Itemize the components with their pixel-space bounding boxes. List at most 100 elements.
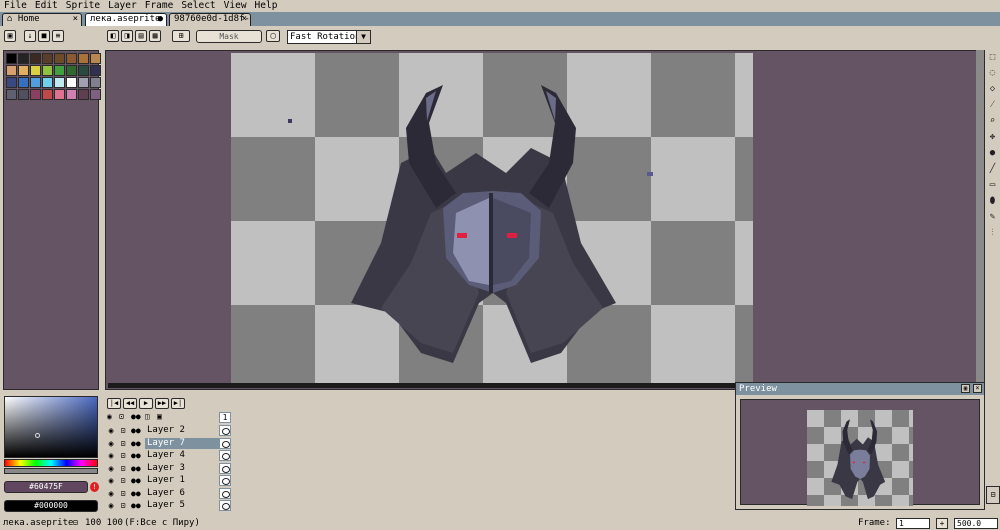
copy-selection-icon[interactable]: ▤ (135, 30, 147, 42)
menu-edit[interactable]: Edit (31, 0, 62, 12)
menu-layer[interactable]: Layer (104, 0, 141, 12)
layer-row[interactable]: ◉ ⊡ ●● Layer 5 (105, 500, 733, 512)
eye-icon[interactable]: ◉ (107, 438, 115, 449)
palette-swatch[interactable] (18, 65, 29, 76)
cel-icon[interactable] (219, 487, 231, 499)
palette-swatch[interactable] (30, 65, 41, 76)
continuous-icon[interactable]: ●● (131, 450, 141, 461)
mask-button[interactable]: Mask (196, 30, 262, 43)
eye-icon[interactable]: ◉ (107, 488, 115, 499)
palette-swatch[interactable] (42, 65, 53, 76)
menu-help[interactable]: Help (251, 0, 282, 12)
lock-icon[interactable]: ⊡ (119, 425, 127, 436)
menu-frame[interactable]: Frame (141, 0, 178, 12)
layer-name[interactable]: Layer 2 (145, 425, 219, 436)
lock-icon[interactable]: ▣ (4, 30, 16, 42)
contour-icon[interactable]: ⬮ (987, 196, 998, 207)
opaque-bg-icon[interactable]: ◨ (121, 30, 133, 42)
lock-icon[interactable]: ⊡ (119, 500, 127, 511)
cel-icon[interactable] (219, 437, 231, 449)
canvas-checkerboard[interactable] (231, 53, 753, 387)
menu-select[interactable]: Select (177, 0, 219, 12)
layer-name[interactable]: Layer 7 (145, 437, 219, 449)
palette-swatch[interactable] (42, 53, 53, 64)
layer-name[interactable]: Layer 5 (145, 500, 219, 511)
palette-swatch[interactable] (54, 89, 65, 100)
layer-row[interactable]: ◉ ⊡ ●● Layer 4 (105, 450, 733, 462)
palette-swatch[interactable] (18, 53, 29, 64)
palette-swatch[interactable] (78, 77, 89, 88)
menu-file[interactable]: File (0, 0, 31, 12)
menu-sprite[interactable]: Sprite (62, 0, 104, 12)
palette-swatch[interactable] (30, 53, 41, 64)
cel-icon[interactable] (219, 462, 231, 474)
frame-input[interactable]: 1 (896, 518, 930, 529)
mask-color-icon[interactable]: ▢ (266, 30, 280, 42)
lock-icon[interactable]: ⊡ (119, 412, 124, 421)
layer-row[interactable]: ◉ ⊡ ●● Layer 2 (105, 425, 733, 437)
onion-skin-icon[interactable]: ◫ (145, 412, 150, 421)
line-icon[interactable]: ╱ (987, 164, 998, 175)
next-frame-button[interactable]: ▶▶ (155, 398, 169, 409)
palette-swatch[interactable] (42, 77, 53, 88)
background-color-field[interactable]: #000000 (4, 500, 98, 512)
continuous-icon[interactable]: ●● (131, 500, 141, 511)
palette-swatch[interactable] (66, 65, 77, 76)
chevron-down-icon[interactable]: ▼ (356, 31, 370, 43)
hue-slider[interactable] (4, 459, 98, 467)
color-spectrum[interactable] (4, 396, 98, 458)
rotation-algorithm-select[interactable]: Fast Rotation ▼ (287, 30, 371, 44)
eye-icon[interactable]: ◉ (107, 450, 115, 461)
tab-second-file[interactable]: 98760e0d-1d8f- × (169, 13, 251, 26)
layer-name[interactable]: Layer 6 (145, 487, 219, 499)
last-frame-button[interactable]: ▶| (171, 398, 185, 409)
palette-swatch[interactable] (90, 53, 101, 64)
palette-swatch[interactable] (78, 53, 89, 64)
tab-home[interactable]: ⌂ Home × (2, 13, 82, 26)
play-button[interactable]: ▶ (139, 398, 153, 409)
close-icon[interactable]: × (242, 14, 247, 25)
preview-zoom-button[interactable]: ⊟ (986, 486, 1000, 504)
palette-swatch[interactable] (66, 53, 77, 64)
palette-swatch[interactable] (90, 89, 101, 100)
move-icon[interactable]: ✥ (987, 132, 998, 143)
rectangle-icon[interactable]: ▭ (987, 180, 998, 191)
add-frame-button[interactable]: + (936, 518, 948, 529)
preview-canvas[interactable] (740, 399, 980, 506)
palette-menu-icon[interactable]: ≡ (52, 30, 64, 42)
lock-icon[interactable]: ⊡ (119, 438, 127, 449)
palette-swatch[interactable] (78, 65, 89, 76)
cel-icon[interactable] (219, 450, 231, 461)
prev-frame-button[interactable]: ◀◀ (123, 398, 137, 409)
palette-swatch[interactable] (6, 65, 17, 76)
eyedropper-icon[interactable]: ⁄ (987, 100, 998, 111)
palette-swatch[interactable] (18, 77, 29, 88)
eye-icon[interactable]: ◉ (107, 463, 115, 474)
palette-swatch[interactable] (66, 89, 77, 100)
cel-icon[interactable] (219, 425, 231, 436)
layer-row[interactable]: ◉ ⊡ ●● Layer 6 (105, 487, 733, 500)
palette-swatch[interactable] (54, 77, 65, 88)
continuous-icon[interactable]: ●● (131, 425, 141, 436)
menu-view[interactable]: View (220, 0, 251, 12)
layer-row[interactable]: ◉ ⊡ ●● Layer 7 (105, 437, 733, 450)
palette-swatch[interactable] (6, 77, 17, 88)
eye-icon[interactable]: ◉ (107, 412, 112, 421)
close-icon[interactable]: × (973, 384, 982, 393)
sprite-editor[interactable] (105, 50, 985, 390)
alpha-slider[interactable] (4, 468, 98, 474)
layer-name[interactable]: Layer 4 (145, 450, 219, 461)
pivot-position-icon[interactable]: ⊞ (172, 30, 190, 42)
foreground-color-field[interactable]: #60475F (4, 481, 88, 493)
lock-icon[interactable]: ⊡ (119, 463, 127, 474)
layer-name[interactable]: Layer 3 (145, 462, 219, 474)
palette-swatch[interactable] (54, 53, 65, 64)
sort-down-icon[interactable]: ↓ (24, 30, 36, 42)
palette-swatch[interactable] (78, 89, 89, 100)
palette-swatch[interactable] (6, 53, 17, 64)
continuous-icon[interactable]: ●● (131, 488, 141, 499)
eye-icon[interactable]: ◉ (107, 425, 115, 436)
center-icon[interactable]: ▣ (961, 384, 970, 393)
layer-row[interactable]: ◉ ⊡ ●● Layer 1 (105, 475, 733, 487)
layer-row[interactable]: ◉ ⊡ ●● Layer 3 (105, 462, 733, 475)
